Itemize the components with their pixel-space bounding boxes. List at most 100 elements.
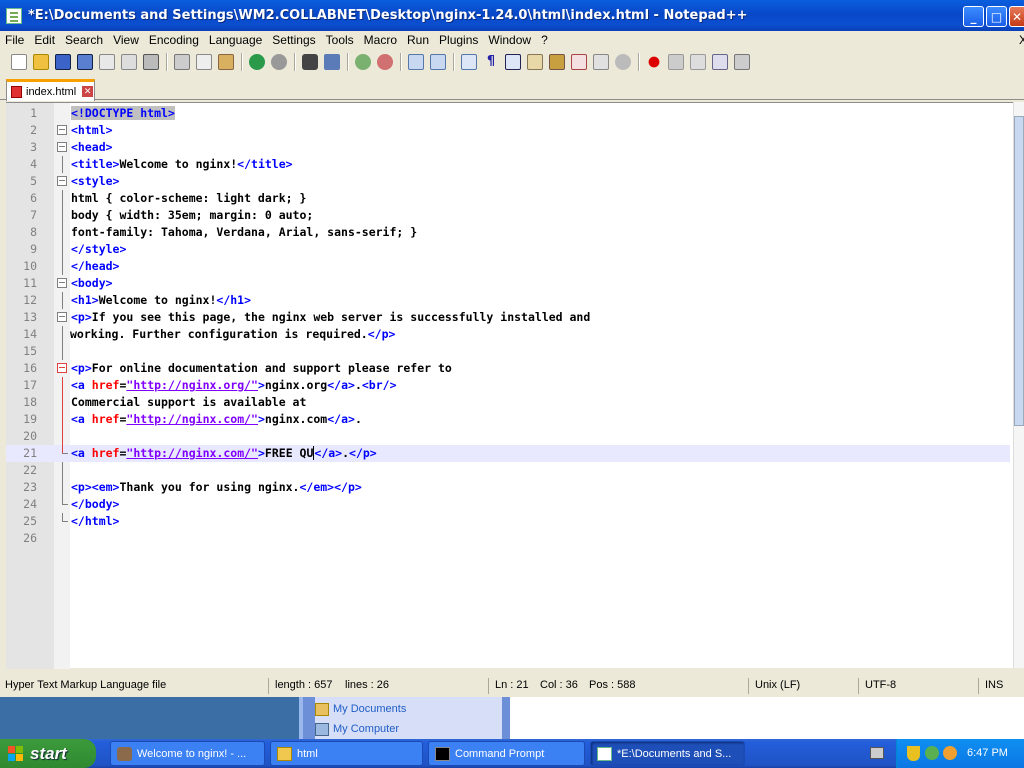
save-macro-icon[interactable] (734, 53, 750, 70)
fold-toggle-icon[interactable] (57, 125, 67, 135)
indent-guide-icon[interactable] (505, 53, 521, 70)
document-map-icon[interactable] (549, 53, 565, 70)
close-all-icon[interactable] (121, 53, 137, 70)
zoom-in-icon[interactable] (355, 53, 371, 70)
security-shield-icon[interactable] (907, 746, 920, 761)
taskbar-item-notepadpp[interactable]: *E:\Documents and S... (590, 741, 745, 766)
taskbar-item-command-prompt[interactable]: Command Prompt (428, 741, 585, 766)
redo-icon[interactable] (271, 53, 287, 70)
keyboard-icon[interactable] (870, 747, 884, 759)
maximize-button[interactable]: □ (986, 6, 1007, 27)
code-line[interactable]: 15 (6, 343, 1010, 360)
zoom-out-icon[interactable] (377, 53, 393, 70)
word-wrap-icon[interactable] (461, 53, 477, 70)
network-icon[interactable] (925, 746, 939, 760)
fold-toggle-icon[interactable] (57, 312, 67, 322)
menu-view[interactable]: View (108, 33, 144, 47)
print-icon[interactable] (143, 53, 159, 70)
paste-icon[interactable] (218, 53, 234, 70)
menu-macro[interactable]: Macro (359, 33, 402, 47)
play-macro-icon[interactable] (690, 53, 706, 70)
tab-index-html[interactable]: index.html ✕ (6, 79, 95, 101)
code-line[interactable]: 3 <head> (6, 139, 1010, 156)
code-line[interactable]: 8 font-family: Tahoma, Verdana, Arial, sa… (6, 224, 1010, 241)
code-line[interactable]: 9 </style> (6, 241, 1010, 258)
title-bar[interactable]: *E:\Documents and Settings\WM2.COLLABNET… (0, 0, 1024, 31)
menu-file[interactable]: File (0, 33, 29, 47)
status-eol[interactable]: Unix (LF) (755, 679, 800, 691)
code-line[interactable]: 17 <a href="http://nginx.org/">nginx.org<… (6, 377, 1010, 394)
code-line[interactable]: 19 <a href="http://nginx.com/">nginx.com<… (6, 411, 1010, 428)
function-list-icon[interactable] (571, 53, 587, 70)
find-icon[interactable] (302, 53, 318, 70)
code-line[interactable]: 6 html { color-scheme: light dark; } (6, 190, 1010, 207)
fold-toggle-icon[interactable] (57, 142, 67, 152)
code-line-current[interactable]: 21 <a href="http://nginx.com/">FREE QU</a… (6, 445, 1010, 462)
clock[interactable]: 6:47 PM (967, 747, 1008, 759)
code-line[interactable]: 26 (6, 530, 1010, 547)
record-macro-icon[interactable] (646, 53, 662, 70)
taskbar-item-html-folder[interactable]: html (270, 741, 423, 766)
code-line[interactable]: 16 <p>For online documentation and suppor… (6, 360, 1010, 377)
vertical-scrollbar[interactable] (1013, 102, 1024, 668)
cut-icon[interactable] (174, 53, 190, 70)
code-line[interactable]: 10 </head> (6, 258, 1010, 275)
code-line[interactable]: 13 <p>If you see this page, the nginx web… (6, 309, 1010, 326)
fold-toggle-icon[interactable] (57, 278, 67, 288)
code-line[interactable]: 18 Commercial support is available at (6, 394, 1010, 411)
sync-vertical-icon[interactable] (408, 53, 424, 70)
menu-close-document[interactable]: X (1014, 33, 1024, 47)
menu-plugins[interactable]: Plugins (434, 33, 483, 47)
fold-toggle-icon[interactable] (57, 176, 67, 186)
my-documents-item[interactable]: My Documents (315, 703, 406, 716)
code-line[interactable]: 4 <title>Welcome to nginx!</title> (6, 156, 1010, 173)
menu-edit[interactable]: Edit (29, 33, 60, 47)
sync-horizontal-icon[interactable] (430, 53, 446, 70)
minimize-button[interactable]: _ (963, 6, 984, 27)
code-line[interactable]: 20 (6, 428, 1010, 445)
notepadpp-app-icon[interactable] (6, 7, 22, 24)
code-editor[interactable]: 1 <!DOCTYPE html> 2 <html> 3 <head> 4 <title… (6, 102, 1014, 669)
folder-as-workspace-icon[interactable] (593, 53, 609, 70)
stop-macro-icon[interactable] (668, 53, 684, 70)
code-line[interactable]: 23 <p><em>Thank you for using nginx.</em>… (6, 479, 1010, 496)
menu-search[interactable]: Search (60, 33, 108, 47)
menu-window[interactable]: Window (483, 33, 536, 47)
code-line[interactable]: 12 <h1>Welcome to nginx!</h1> (6, 292, 1010, 309)
code-line[interactable]: 5 <style> (6, 173, 1010, 190)
taskbar-item-browser[interactable]: Welcome to nginx! - ... (110, 741, 265, 766)
menu-settings[interactable]: Settings (267, 33, 320, 47)
my-computer-item[interactable]: My Computer (315, 723, 399, 736)
menu-encoding[interactable]: Encoding (144, 33, 204, 47)
menu-tools[interactable]: Tools (321, 33, 359, 47)
user-defined-language-icon[interactable] (527, 53, 543, 70)
code-line[interactable]: 14 working. Further configuration is requ… (6, 326, 1010, 343)
menu-language[interactable]: Language (204, 33, 267, 47)
save-icon[interactable] (55, 53, 71, 70)
show-all-characters-icon[interactable]: ¶ (483, 54, 499, 70)
tab-close-icon[interactable]: ✕ (82, 86, 94, 97)
code-line[interactable]: 11 <body> (6, 275, 1010, 292)
open-file-icon[interactable] (33, 53, 49, 70)
fold-toggle-icon[interactable] (57, 363, 67, 373)
monitoring-icon[interactable] (615, 53, 631, 70)
copy-icon[interactable] (196, 53, 212, 70)
menu-run[interactable]: Run (402, 33, 434, 47)
undo-icon[interactable] (249, 53, 265, 70)
run-macro-multiple-icon[interactable] (712, 53, 728, 70)
replace-icon[interactable] (324, 53, 340, 70)
close-file-icon[interactable] (99, 53, 115, 70)
close-button[interactable]: ✕ (1009, 6, 1024, 27)
code-line[interactable]: 1 <!DOCTYPE html> (6, 105, 1010, 122)
menu-help[interactable]: ? (536, 33, 553, 47)
code-line[interactable]: 25 </html> (6, 513, 1010, 530)
search-icon[interactable] (943, 746, 957, 760)
code-line[interactable]: 22 (6, 462, 1010, 479)
scrollbar-thumb[interactable] (1014, 116, 1024, 426)
save-all-icon[interactable] (77, 53, 93, 70)
code-line[interactable]: 2 <html> (6, 122, 1010, 139)
new-file-icon[interactable] (11, 53, 27, 70)
code-line[interactable]: 7 body { width: 35em; margin: 0 auto; (6, 207, 1010, 224)
start-button[interactable]: start (0, 739, 96, 768)
code-line[interactable]: 24 </body> (6, 496, 1010, 513)
